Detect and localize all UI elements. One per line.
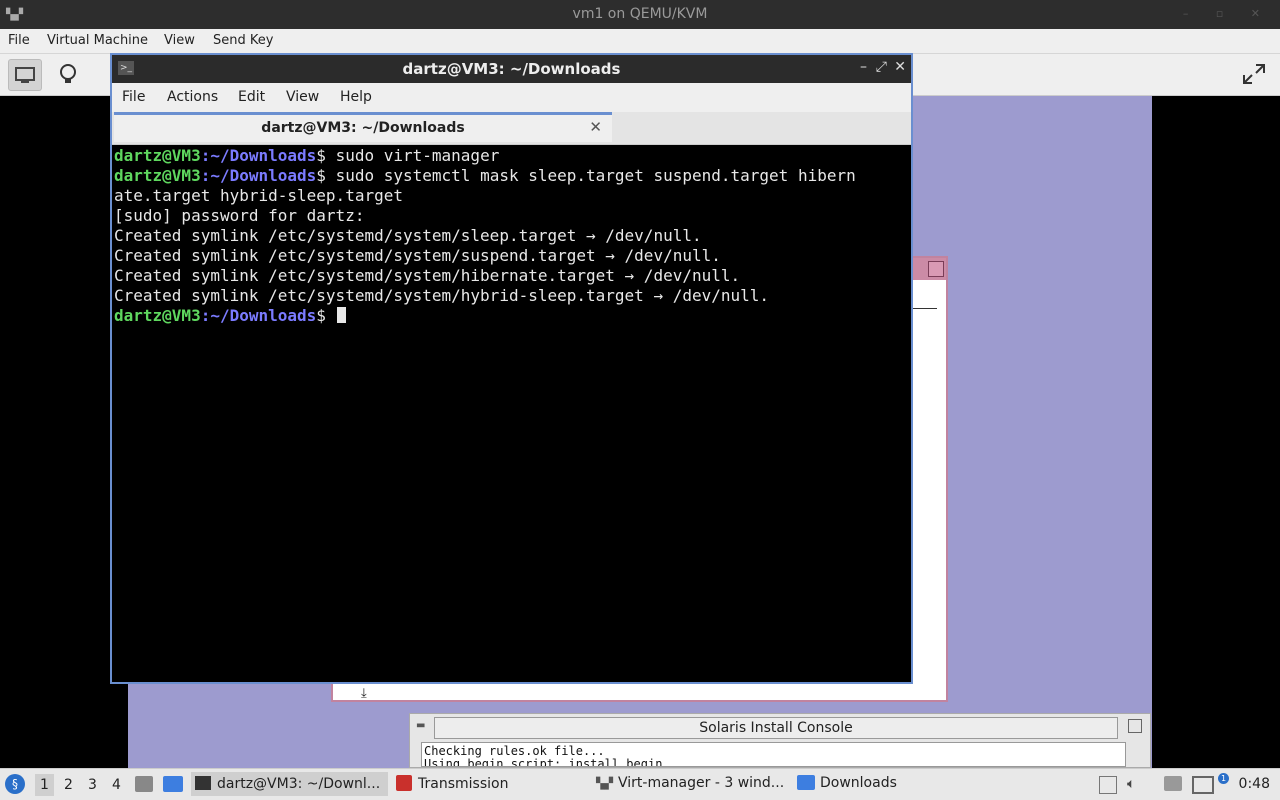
prompt-symbol: $ [316, 306, 326, 325]
terminal-tab[interactable]: dartz@VM3: ~/Downloads ✕ [114, 112, 612, 142]
tray-updates-icon[interactable] [1099, 776, 1117, 794]
console-menu-button[interactable]: ▬ [416, 720, 425, 731]
task-downloads[interactable]: Downloads [797, 775, 897, 791]
tab-close-icon[interactable]: ✕ [589, 118, 602, 136]
terminal-menu-view[interactable]: View [286, 89, 319, 105]
vm-window-buttons[interactable]: – ▫ ✕ [1183, 7, 1272, 20]
terminal-line: ate.target hybrid-sleep.target [114, 186, 403, 205]
prompt-user: dartz@VM3 [114, 166, 201, 185]
terminal-line: Created symlink /etc/systemd/system/hibe… [114, 266, 741, 285]
maximize-icon[interactable]: ⤢ [876, 59, 887, 75]
guest-letterbox-right [1152, 96, 1280, 768]
monitor-icon [15, 67, 35, 83]
volume-icon[interactable]: 🔈︎ [1127, 776, 1135, 792]
file-manager-launcher-icon[interactable] [135, 776, 153, 792]
terminal-tab-label: dartz@VM3: ~/Downloads [261, 120, 465, 136]
workspace-1[interactable]: 1 [35, 774, 54, 796]
fullscreen-button[interactable] [1238, 59, 1270, 89]
vm-menu-virtual-machine[interactable]: Virtual Machine [47, 33, 148, 48]
clipboard-icon[interactable] [1164, 776, 1182, 791]
task-transmission[interactable]: Transmission [396, 775, 508, 792]
solaris-console-output: Checking rules.ok file... Using begin scr… [421, 742, 1126, 767]
minimize-icon[interactable]: – [860, 59, 867, 75]
fullscreen-icon [1243, 64, 1265, 84]
terminal-menu-help[interactable]: Help [340, 89, 372, 105]
close-icon[interactable]: ✕ [894, 59, 906, 75]
task-label: Downloads [820, 775, 897, 791]
transmission-icon [396, 775, 412, 791]
console-line: Using begin script: install_begin [424, 757, 663, 767]
show-desktop-icon[interactable] [163, 776, 183, 792]
terminal-line: dartz@VM3:~/Downloads$ [114, 306, 909, 326]
guest-letterbox-left [0, 96, 128, 768]
prompt-user: dartz@VM3 [114, 146, 201, 165]
vm-window-titlebar[interactable]: ▚▞ vm1 on QEMU/KVM – ▫ ✕ [0, 0, 1280, 29]
terminal-line: dartz@VM3:~/Downloads$ sudo virt-manager [114, 146, 909, 166]
solaris-install-console[interactable]: ▬ Solaris Install Console Checking rules… [409, 713, 1151, 768]
virt-manager-icon: ▚▞ [596, 777, 613, 790]
details-view-button[interactable] [52, 59, 84, 89]
prompt-symbol: $ [316, 166, 326, 185]
terminal-tabbar: dartz@VM3: ~/Downloads ✕ [112, 112, 911, 145]
workspace-3[interactable]: 3 [88, 777, 97, 793]
vm-menubar: File Virtual Machine View Send Key [0, 29, 1280, 54]
prompt-symbol: $ [316, 146, 326, 165]
notification-icon[interactable]: 1 [1218, 773, 1229, 784]
terminal-cursor [336, 307, 346, 323]
terminal-menu-file[interactable]: File [122, 89, 145, 105]
task-label: Virt-manager - 3 wind... [618, 775, 785, 791]
terminal-title: dartz@VM3: ~/Downloads [402, 60, 621, 78]
clock: 0:48 [1238, 776, 1270, 792]
workspace-4[interactable]: 4 [112, 777, 121, 793]
folder-icon [797, 775, 815, 790]
terminal-line: Created symlink /etc/systemd/system/susp… [114, 246, 721, 265]
vm-menu-file[interactable]: File [8, 33, 30, 48]
terminal-output[interactable]: dartz@VM3:~/Downloads$ sudo virt-manager… [114, 146, 909, 680]
prompt-path: :~/Downloads [200, 306, 317, 325]
console-maximize-button[interactable] [1128, 719, 1142, 733]
command-text: sudo systemctl mask sleep.target suspend… [325, 166, 856, 185]
command-text: sudo virt-manager [325, 146, 500, 165]
solaris-console-title: Solaris Install Console [434, 717, 1118, 739]
task-virt-manager[interactable]: ▚▞ Virt-manager - 3 wind... [596, 775, 784, 791]
terminal-line: Created symlink /etc/systemd/system/slee… [114, 226, 702, 245]
terminal-titlebar[interactable]: >_ dartz@VM3: ~/Downloads – ⤢ ✕ [112, 55, 911, 83]
prompt-user: dartz@VM3 [114, 306, 201, 325]
start-menu-icon[interactable]: § [5, 774, 25, 794]
vm-menu-view[interactable]: View [164, 33, 195, 48]
task-terminal[interactable]: dartz@VM3: ~/Downl... [191, 772, 388, 796]
task-label: dartz@VM3: ~/Downl... [217, 776, 381, 792]
lightbulb-icon [60, 64, 76, 83]
task-label: Transmission [418, 776, 509, 792]
terminal-icon [195, 776, 211, 790]
taskbar: § 1 2 3 4 dartz@VM3: ~/Downl... Transmis… [0, 768, 1280, 800]
terminal-menu-actions[interactable]: Actions [167, 89, 218, 105]
terminal-window[interactable]: >_ dartz@VM3: ~/Downloads – ⤢ ✕ File Act… [110, 53, 913, 684]
console-view-button[interactable] [8, 59, 42, 91]
terminal-menubar: File Actions Edit View Help [112, 83, 911, 112]
terminal-menu-edit[interactable]: Edit [238, 89, 265, 105]
download-icon[interactable]: ⤓ [361, 686, 367, 701]
vm-window-title: vm1 on QEMU/KVM [572, 6, 708, 22]
vm-menu-send-key[interactable]: Send Key [213, 33, 273, 48]
terminal-line: Created symlink /etc/systemd/system/hybr… [114, 286, 770, 305]
network-icon[interactable] [1192, 776, 1214, 794]
solaris-maximize-button[interactable] [928, 261, 944, 277]
workspace-2[interactable]: 2 [64, 777, 73, 793]
terminal-line: dartz@VM3:~/Downloads$ sudo systemctl ma… [114, 166, 909, 186]
prompt-path: :~/Downloads [200, 166, 317, 185]
terminal-line: [sudo] password for dartz: [114, 206, 365, 225]
prompt-path: :~/Downloads [200, 146, 317, 165]
